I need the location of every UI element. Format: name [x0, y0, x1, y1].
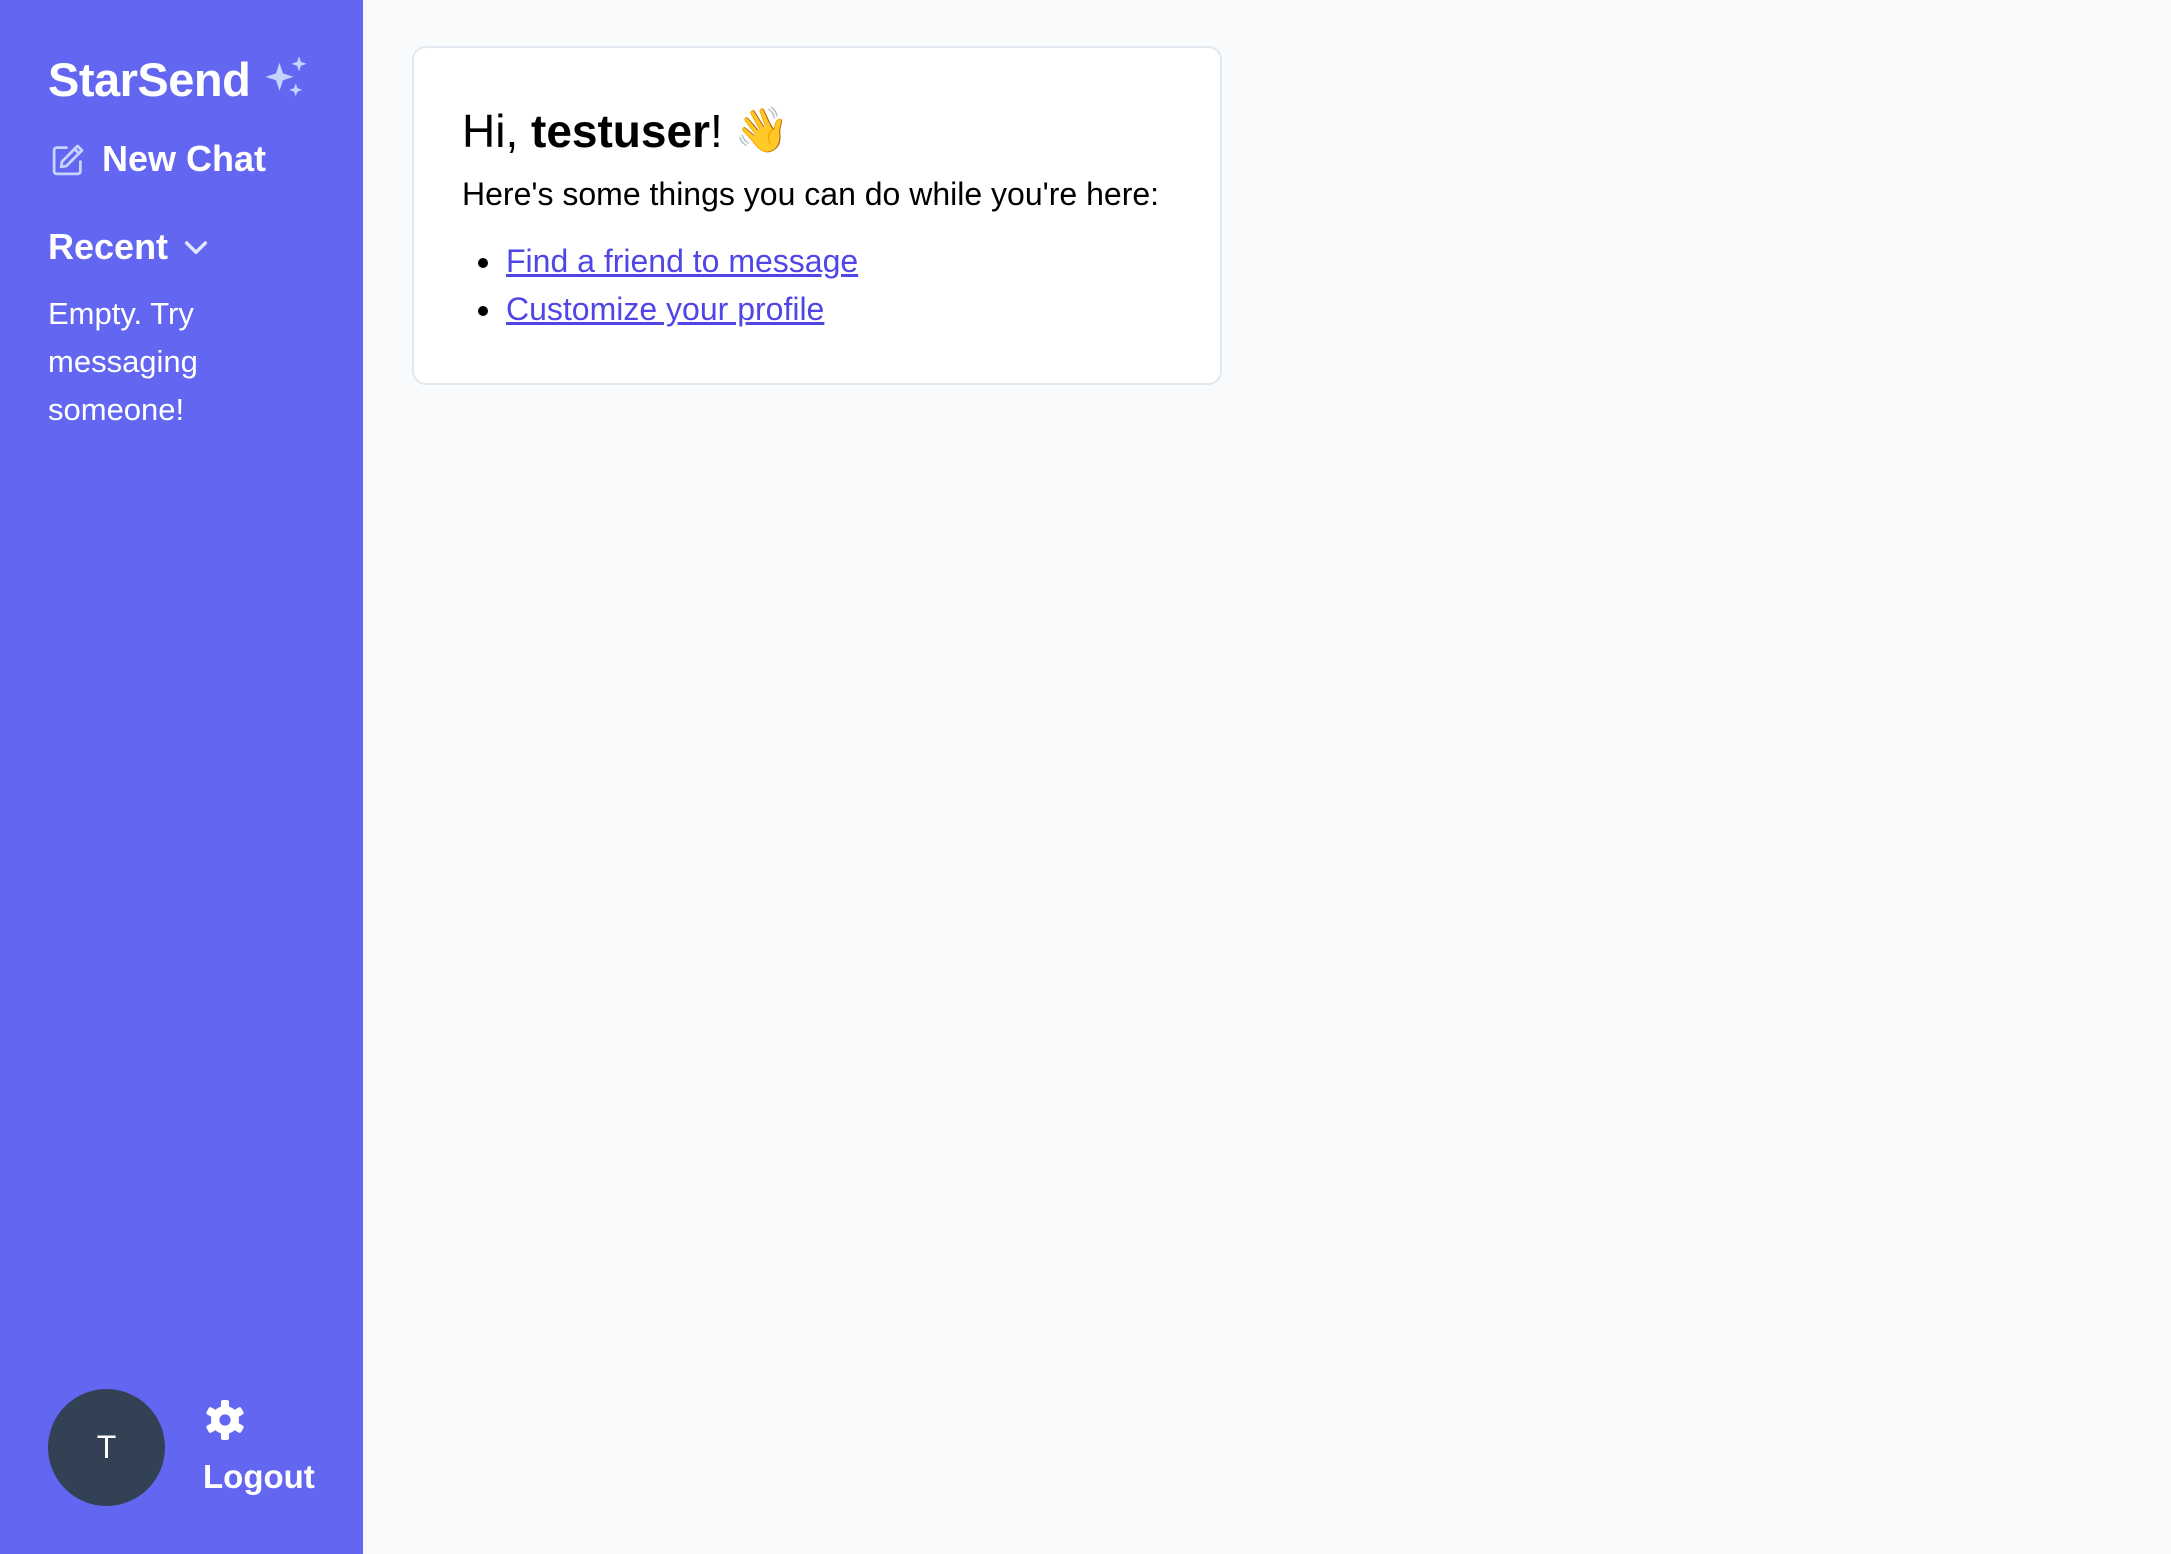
waving-hand-emoji: 👋 — [734, 106, 790, 155]
pencil-square-icon — [48, 138, 90, 180]
subtitle: Here's some things you can do while you'… — [462, 176, 1160, 212]
recent-toggle[interactable]: Recent — [48, 226, 363, 268]
brand: StarSend — [48, 48, 363, 110]
list-item: Find a friend to message — [504, 237, 1172, 285]
avatar[interactable]: T — [48, 1389, 165, 1506]
sidebar: StarSend New Chat Recent Empty. Try mess… — [0, 0, 363, 1554]
chevron-down-icon — [180, 231, 212, 263]
customize-profile-link[interactable]: Customize your profile — [506, 291, 824, 327]
welcome-card: Hi, testuser! 👋 Here's some things you c… — [412, 46, 1222, 385]
new-chat-button[interactable]: New Chat — [48, 138, 363, 180]
new-chat-label: New Chat — [102, 138, 267, 179]
recent-label: Recent — [48, 226, 169, 267]
brand-name: StarSend — [48, 52, 251, 106]
logout-button[interactable]: Logout — [203, 1458, 315, 1496]
app: StarSend New Chat Recent Empty. Try mess… — [0, 0, 2171, 1554]
avatar-initial: T — [96, 1429, 117, 1465]
username: testuser — [531, 105, 710, 157]
gear-icon[interactable] — [201, 1396, 249, 1444]
main-content: Hi, testuser! 👋 Here's some things you c… — [363, 0, 2171, 1554]
find-friend-link[interactable]: Find a friend to message — [506, 243, 858, 279]
sidebar-footer: T Logout — [48, 1389, 315, 1506]
recent-empty-message: Empty. Try messaging someone! — [48, 296, 198, 427]
list-item: Customize your profile — [504, 285, 1172, 333]
greeting-prefix: Hi, — [462, 105, 531, 157]
suggestions-list: Find a friend to message Customize your … — [462, 237, 1172, 333]
footer-actions: Logout — [203, 1396, 315, 1506]
greeting: Hi, testuser! 👋 — [462, 102, 1172, 160]
greeting-suffix: ! — [709, 105, 723, 157]
sparkles-icon — [260, 53, 312, 105]
